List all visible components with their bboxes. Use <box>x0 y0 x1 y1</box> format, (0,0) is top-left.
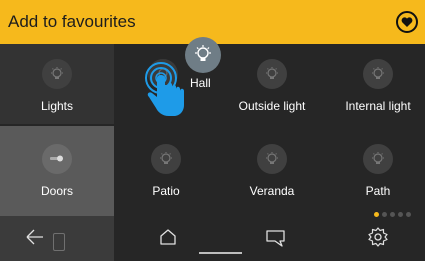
tile-label-hall: Hall <box>190 76 211 90</box>
tile-internal-light[interactable]: Internal light <box>328 59 425 131</box>
page-title: Add to favourites <box>8 12 136 31</box>
tile-outside-light[interactable]: Outside light <box>222 59 322 131</box>
light-bulb-icon <box>363 59 393 89</box>
light-bulb-icon <box>151 144 181 174</box>
door-lock-icon <box>42 144 72 174</box>
favourite-heart-icon[interactable] <box>396 11 418 33</box>
page-dot <box>398 212 403 217</box>
page-dot <box>390 212 395 217</box>
touch-hand-icon <box>145 62 184 116</box>
phone-icon <box>53 233 65 251</box>
home-indicator <box>199 252 242 254</box>
tile-lights[interactable]: Lights <box>7 59 107 131</box>
back-arrow-icon[interactable] <box>22 224 50 252</box>
tile-label: Lights <box>40 99 74 113</box>
screen: Add to favourites Lights Outside light I… <box>0 0 425 261</box>
page-indicator <box>374 212 418 218</box>
light-bulb-icon <box>363 144 393 174</box>
light-bulb-icon <box>257 59 287 89</box>
tile-label: Internal light <box>345 99 411 113</box>
light-bulb-icon <box>257 144 287 174</box>
tile-path[interactable]: Path <box>328 144 425 216</box>
tile-doors[interactable]: Doors <box>7 144 107 216</box>
tile-patio[interactable]: Patio <box>116 144 216 216</box>
page-dot <box>382 212 387 217</box>
tile-veranda[interactable]: Veranda <box>222 144 322 216</box>
chat-bubble-icon[interactable] <box>262 224 290 252</box>
page-dot-active <box>374 212 379 217</box>
page-dot <box>406 212 411 217</box>
light-bulb-icon <box>42 59 72 89</box>
tile-label: Path <box>365 184 391 198</box>
header-bar: Add to favourites <box>0 0 425 44</box>
gear-icon[interactable] <box>365 224 393 252</box>
home-icon[interactable] <box>155 224 183 252</box>
drag-light-bulb-icon[interactable] <box>185 37 221 73</box>
